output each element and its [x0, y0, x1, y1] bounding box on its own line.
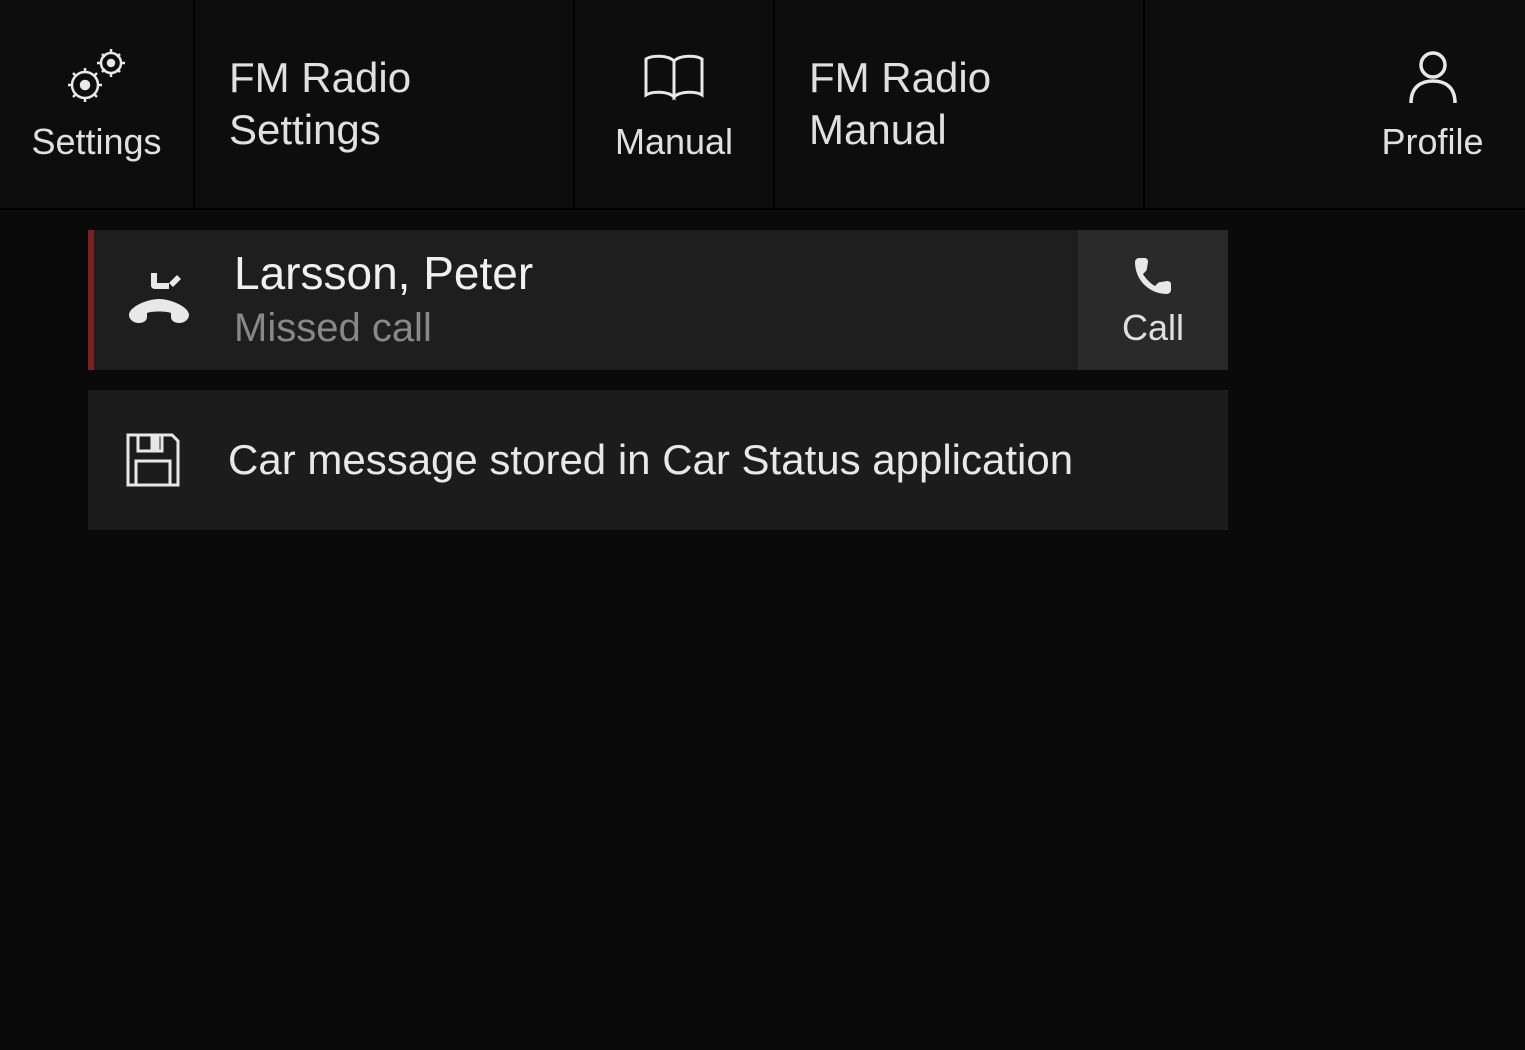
notification-body: Car message stored in Car Status applica…: [218, 436, 1228, 484]
toolbar-settings-label: Settings: [31, 121, 161, 163]
notification-missed-call[interactable]: Larsson, Peter Missed call Call: [88, 230, 1228, 370]
save-icon: [88, 429, 218, 491]
notification-body: Larsson, Peter Missed call: [224, 246, 1078, 353]
toolbar-settings[interactable]: Settings: [0, 0, 195, 208]
notification-car-message[interactable]: Car message stored in Car Status applica…: [88, 390, 1228, 530]
call-status: Missed call: [234, 302, 1078, 354]
toolbar-fm-radio-manual-line1: FM Radio: [809, 52, 991, 105]
gears-icon: [63, 45, 131, 109]
notification-list: Larsson, Peter Missed call Call: [0, 210, 1525, 530]
call-button[interactable]: Call: [1078, 230, 1228, 370]
toolbar-profile[interactable]: Profile: [1340, 0, 1525, 208]
toolbar-fm-radio-manual-line2: Manual: [809, 104, 947, 157]
toolbar: Settings FM Radio Settings Manual FM Rad…: [0, 0, 1525, 210]
toolbar-fm-radio-settings[interactable]: FM Radio Settings: [195, 0, 575, 208]
car-message-text: Car message stored in Car Status applica…: [228, 436, 1228, 484]
caller-name: Larsson, Peter: [234, 246, 1078, 301]
toolbar-manual-label: Manual: [615, 121, 733, 163]
book-icon: [640, 45, 708, 109]
toolbar-fm-radio-manual[interactable]: FM Radio Manual: [775, 0, 1145, 208]
toolbar-profile-label: Profile: [1381, 121, 1483, 163]
call-button-label: Call: [1122, 307, 1184, 349]
phone-icon: [1131, 251, 1175, 301]
missed-call-icon: [94, 265, 224, 335]
toolbar-manual[interactable]: Manual: [575, 0, 775, 208]
toolbar-fm-radio-settings-line1: FM Radio: [229, 52, 411, 105]
profile-icon: [1403, 45, 1463, 109]
toolbar-fm-radio-settings-line2: Settings: [229, 104, 381, 157]
